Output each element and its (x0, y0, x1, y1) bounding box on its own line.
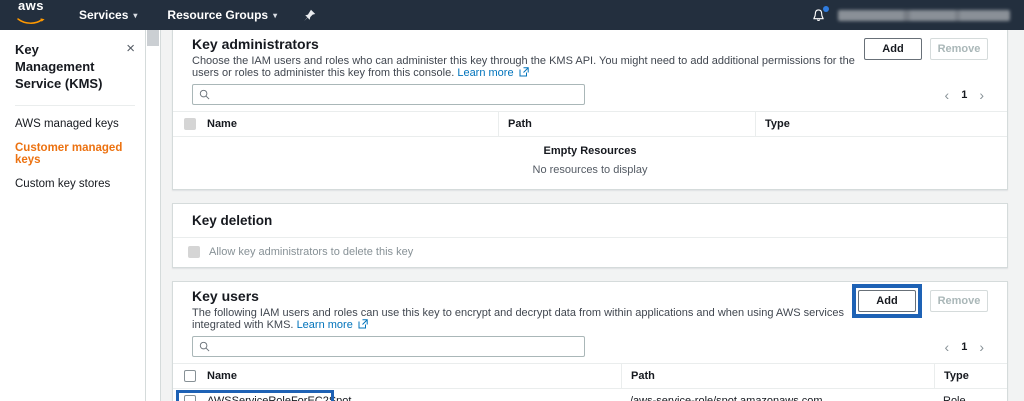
key-users-card: Key users The following IAM users and ro… (172, 281, 1008, 401)
aws-logo-text: aws (13, 0, 49, 12)
table-header-row: Name Path Type (173, 112, 1007, 137)
aws-smile-icon (17, 18, 45, 25)
column-header-type: Type (934, 364, 1007, 388)
pagination: ‹ 1 › (945, 340, 988, 354)
top-navbar: aws Services ▾ Resource Groups ▾ (0, 0, 1024, 30)
key-administrators-card: Key administrators Choose the IAM users … (172, 30, 1008, 190)
page-number: 1 (961, 89, 967, 101)
next-page-icon[interactable]: › (979, 88, 984, 102)
column-header-path: Path (498, 112, 755, 136)
add-button[interactable]: Add (864, 38, 922, 60)
nav-services-label: Services (79, 8, 128, 22)
select-all-checkbox[interactable] (184, 370, 196, 382)
row-name: AWSServiceRoleForEC2Spot (207, 395, 621, 401)
nav-services[interactable]: Services ▾ (79, 8, 137, 22)
add-button-highlight-box: Add (852, 284, 922, 318)
column-header-name: Name (207, 118, 498, 130)
vertical-scrollbar[interactable] (146, 30, 161, 401)
navbar-right (811, 8, 1010, 23)
sidebar-item-customer-managed-keys[interactable]: Customer managed keys (15, 142, 135, 166)
key-users-description: The following IAM users and roles can us… (192, 307, 859, 331)
page-number: 1 (961, 341, 967, 353)
row-path: /aws-service-role/spot.amazonaws.com (621, 389, 934, 401)
remove-button[interactable]: Remove (930, 38, 988, 60)
search-input[interactable] (215, 89, 578, 101)
learn-more-link[interactable]: Learn more (457, 67, 513, 79)
search-icon (199, 89, 210, 100)
nav-resource-groups-label: Resource Groups (167, 8, 268, 22)
row-type: Role (934, 389, 1007, 401)
empty-state-subtitle: No resources to display (173, 164, 1007, 176)
notification-dot (823, 6, 829, 12)
column-header-name: Name (207, 370, 621, 382)
prev-page-icon[interactable]: ‹ (945, 88, 950, 102)
notifications-bell-icon[interactable] (811, 8, 826, 23)
external-link-icon (358, 319, 368, 329)
sidebar-item-aws-managed-keys[interactable]: AWS managed keys (15, 118, 135, 130)
search-input[interactable] (215, 341, 578, 353)
chevron-down-icon: ▾ (133, 11, 137, 20)
select-all-checkbox (184, 118, 196, 130)
key-users-table: Name Path Type AWSServiceRoleForEC2Spot … (173, 363, 1007, 401)
external-link-icon (519, 67, 529, 77)
nav-resource-groups[interactable]: Resource Groups ▾ (167, 8, 277, 22)
key-administrators-table: Name Path Type Empty Resources No resour… (173, 111, 1007, 189)
table-row: AWSServiceRoleForEC2Spot /aws-service-ro… (173, 389, 1007, 401)
kms-sidebar: Key Management Service (KMS) × AWS manag… (0, 30, 146, 401)
search-box (192, 84, 585, 105)
sidebar-divider (15, 105, 135, 106)
learn-more-link[interactable]: Learn more (297, 319, 353, 331)
scrollbar-thumb[interactable] (147, 30, 159, 46)
column-header-type: Type (755, 112, 1007, 136)
close-icon[interactable]: × (126, 42, 135, 93)
sidebar-item-custom-key-stores[interactable]: Custom key stores (15, 178, 135, 190)
chevron-down-icon: ▾ (273, 11, 277, 20)
key-deletion-card: Key deletion Allow key administrators to… (172, 203, 1008, 268)
allow-deletion-label: Allow key administrators to delete this … (209, 246, 413, 258)
key-administrators-description: Choose the IAM users and roles who can a… (192, 55, 864, 79)
pagination: ‹ 1 › (945, 88, 988, 102)
key-users-description-text: The following IAM users and roles can us… (192, 307, 844, 331)
sidebar-title: Key Management Service (KMS) (15, 42, 111, 93)
key-deletion-title: Key deletion (192, 213, 988, 228)
empty-state-title: Empty Resources (173, 145, 1007, 157)
add-button[interactable]: Add (858, 290, 916, 312)
column-header-path: Path (621, 364, 934, 388)
empty-state: Empty Resources No resources to display (173, 137, 1007, 189)
table-header-row: Name Path Type (173, 364, 1007, 389)
next-page-icon[interactable]: › (979, 340, 984, 354)
prev-page-icon[interactable]: ‹ (945, 340, 950, 354)
redacted-account-info (838, 10, 1010, 21)
search-icon (199, 341, 210, 352)
key-users-title: Key users (192, 288, 859, 304)
pushpin-icon[interactable] (303, 9, 316, 22)
allow-deletion-checkbox (188, 246, 200, 258)
search-box (192, 336, 585, 357)
main-content: Key administrators Choose the IAM users … (161, 30, 1024, 401)
aws-logo[interactable]: aws (13, 0, 49, 30)
remove-button[interactable]: Remove (930, 290, 988, 312)
key-administrators-title: Key administrators (192, 36, 864, 52)
row-checkbox[interactable] (184, 395, 196, 401)
